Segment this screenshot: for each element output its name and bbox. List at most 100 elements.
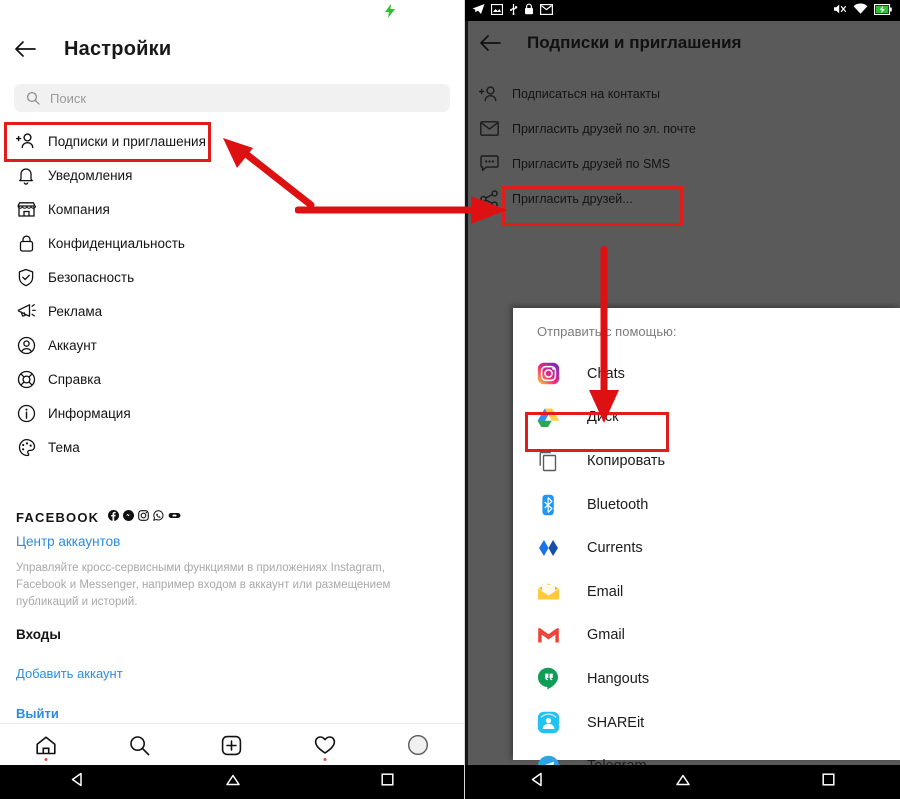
sidebar-item-ads[interactable]: Реклама [0,294,464,328]
megaphone-icon [16,301,36,321]
share-sheet-title: Отправить с помощью: [537,324,677,339]
shareit-icon [536,711,560,735]
account-circle-icon [16,335,36,355]
sidebar-item-info[interactable]: Информация [0,396,464,430]
page-title: Подписки и приглашения [527,33,742,52]
share-target-shareit[interactable]: SHAREit [513,701,900,745]
left-status-bar [0,0,464,24]
tab-create[interactable] [186,724,279,766]
copy-icon [536,449,560,473]
share-target-label: Диск [587,409,619,426]
sidebar-item-label: Безопасность [48,269,135,285]
menu-item-invite-email[interactable]: Пригласить друзей по эл. почте [465,111,900,146]
sidebar-item-business[interactable]: Компания [0,192,464,226]
left-header: Настройки [0,26,464,72]
google-drive-icon [536,405,560,429]
hangouts-icon [536,667,560,691]
menu-item-follow-contacts[interactable]: Подписаться на контакты [465,76,900,111]
sidebar-item-label: Реклама [48,303,103,319]
menu-item-label: Пригласить друзей... [512,191,633,206]
facebook-brand-icons [108,508,181,526]
sidebar-item-security[interactable]: Безопасность [0,260,464,294]
back-arrow-icon[interactable] [477,30,503,56]
oculus-icon [168,508,181,526]
sidebar-item-subscriptions[interactable]: Подписки и приглашения [0,124,464,158]
lifebuoy-icon [16,369,36,389]
home-pentagon-icon[interactable] [224,772,242,792]
page-title: Настройки [64,37,172,60]
instagram-icon [138,508,150,526]
recents-square-icon[interactable] [380,772,395,792]
share-sheet-dialog: Отправить с помощью: Chats Диск Копирова… [513,308,900,777]
sidebar-item-theme[interactable]: Тема [0,430,464,464]
right-phone-screen: Подписки и приглашения Подписаться на ко… [465,0,900,799]
back-triangle-icon[interactable] [529,771,546,793]
share-target-label: Gmail [587,627,625,644]
shield-check-icon [16,267,36,287]
menu-item-invite-friends-share[interactable]: Пригласить друзей... [465,181,900,216]
home-pentagon-icon[interactable] [674,772,692,792]
info-circle-icon [16,403,36,423]
recents-square-icon[interactable] [821,772,836,792]
logout-link[interactable]: Выйти [16,706,59,721]
sidebar-item-label: Уведомления [48,167,133,183]
sidebar-item-label: Тема [48,439,80,455]
share-target-label: Hangouts [587,670,650,687]
menu-item-invite-sms[interactable]: Пригласить друзей по SMS [465,146,900,181]
search-input[interactable]: Поиск [14,84,450,112]
back-arrow-icon[interactable] [12,36,38,62]
tab-search[interactable] [93,724,186,766]
right-android-navbar [465,765,900,799]
right-header: Подписки и приглашения [465,21,900,65]
sidebar-item-label: Аккаунт [48,337,97,353]
share-target-copy[interactable]: Копировать [513,439,900,483]
share-target-currents[interactable]: Currents [513,526,900,570]
search-icon [26,91,40,105]
share-target-label: Email [587,583,624,600]
messenger-icon [123,508,135,526]
bluetooth-icon [536,493,560,517]
sidebar-item-account[interactable]: Аккаунт [0,328,464,362]
whatsapp-icon [153,508,164,526]
share-target-label: Chats [587,365,625,382]
gmail-icon [536,623,560,647]
add-account-link[interactable]: Добавить аккаунт [16,666,123,681]
tab-badge-dot [323,758,327,761]
tab-profile[interactable] [371,724,464,766]
tab-badge-dot [44,758,48,761]
left-phone-screen: Настройки Поиск Подписки и приглашения У… [0,0,464,799]
settings-menu-list: Подписки и приглашения Уведомления Компа… [0,124,464,464]
sidebar-item-label: Информация [48,405,131,421]
store-icon [16,199,36,219]
share-target-bluetooth[interactable]: Bluetooth [513,483,900,527]
envelope-icon [479,119,499,139]
sidebar-item-help[interactable]: Справка [0,362,464,396]
sidebar-item-label: Компания [48,201,110,217]
back-triangle-icon[interactable] [69,771,86,793]
charging-bolt-icon [385,4,395,18]
instagram-icon [536,362,560,386]
follow-person-icon [16,131,36,151]
share-target-label: SHAREit [587,714,645,731]
accounts-center-link[interactable]: Центр аккаунтов [16,534,446,549]
share-icon [479,189,499,209]
share-target-label: Копировать [587,452,666,469]
menu-item-label: Пригласить друзей по эл. почте [512,121,696,136]
share-target-drive[interactable]: Диск [513,396,900,440]
facebook-label: FACEBOOK [16,509,100,525]
share-target-hangouts[interactable]: Hangouts [513,657,900,701]
tab-activity[interactable] [278,724,371,766]
tab-home[interactable] [0,724,93,766]
currents-icon [536,536,560,560]
sidebar-item-label: Справка [48,371,101,387]
sidebar-item-privacy[interactable]: Конфиденциальность [0,226,464,260]
share-target-gmail[interactable]: Gmail [513,614,900,658]
facebook-description: Управляйте кросс-сервисными функциями в … [16,562,391,608]
right-status-bar [465,0,900,21]
facebook-section: FACEBOOK Центр аккаунтов Управляйте крос… [16,508,446,611]
share-target-list: Chats Диск Копировать Bluetooth Currents… [513,352,900,788]
share-target-chats[interactable]: Chats [513,352,900,396]
email-icon [536,580,560,604]
sidebar-item-notifications[interactable]: Уведомления [0,158,464,192]
share-target-email[interactable]: Email [513,570,900,614]
